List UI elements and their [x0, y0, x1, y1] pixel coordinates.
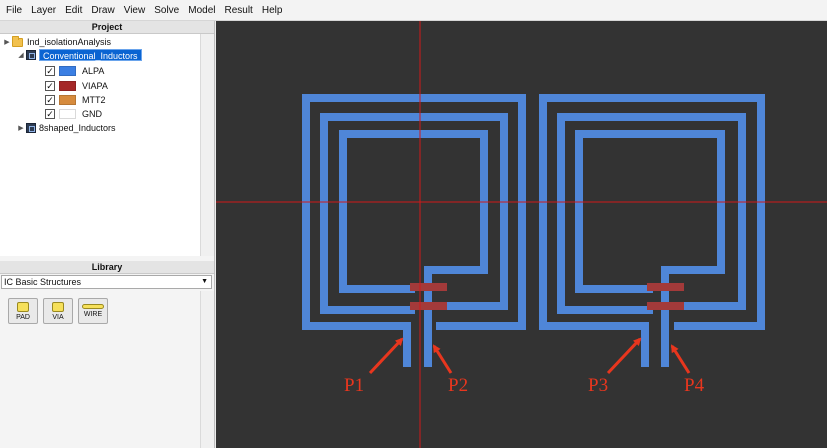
layer-color-swatch	[59, 95, 76, 105]
tree-node-conventional[interactable]: ◢ Conventional_Inductors	[16, 48, 142, 62]
layer-checkbox[interactable]: ✓	[45, 66, 55, 76]
pad-button-label: PAD	[16, 313, 30, 321]
inductor-icon	[26, 50, 36, 60]
layer-row-gnd[interactable]: ✓ GND	[45, 107, 102, 121]
menu-solve[interactable]: Solve	[154, 5, 179, 16]
port-label-p2: P2	[448, 375, 469, 396]
layout-drawing	[216, 21, 827, 448]
port-arrow-p4	[670, 344, 691, 374]
tree-node-conventional-label: Conventional_Inductors	[39, 49, 142, 61]
library-dropdown[interactable]: IC Basic Structures ▼	[1, 275, 212, 289]
inductor-right-traces	[539, 94, 765, 367]
layout-canvas[interactable]: P1 P2 P3 P4	[216, 21, 827, 448]
pad-button[interactable]: PAD	[8, 298, 38, 324]
via-marker	[410, 302, 447, 310]
menu-file[interactable]: File	[6, 5, 22, 16]
via-marker	[647, 283, 684, 291]
menu-edit[interactable]: Edit	[65, 5, 82, 16]
wire-button-label: WIRE	[83, 311, 103, 318]
tree-node-root[interactable]: ▶ Ind_isolationAnalysis	[2, 35, 111, 49]
library-dropdown-value: IC Basic Structures	[4, 277, 82, 287]
layer-name: MTT2	[82, 95, 106, 105]
layer-row-alpa[interactable]: ✓ ALPA	[45, 64, 104, 78]
menu-help[interactable]: Help	[262, 5, 283, 16]
layer-row-viapa[interactable]: ✓ VIAPA	[45, 79, 108, 93]
library-buttons: PAD VIA WIRE	[8, 298, 108, 324]
expand-arrow-icon[interactable]: ▶	[16, 124, 26, 132]
port-label-p3: P3	[588, 375, 609, 396]
project-panel-title: Project	[0, 21, 214, 34]
spiral-trace-middle	[320, 113, 508, 314]
via-button[interactable]: VIA	[43, 298, 73, 324]
project-tree: ▶ Ind_isolationAnalysis ◢ Conventional_I…	[0, 34, 214, 256]
left-panel: Project ▶ Ind_isolationAnalysis ◢ Conven…	[0, 21, 215, 448]
menu-bar: File Layer Edit Draw View Solve Model Re…	[0, 0, 827, 21]
tree-node-root-label: Ind_isolationAnalysis	[27, 37, 112, 47]
menu-view[interactable]: View	[124, 5, 146, 16]
via-icon	[52, 301, 64, 312]
dropdown-caret-icon: ▼	[201, 278, 208, 285]
library-scrollbar[interactable]	[200, 291, 214, 448]
layer-color-swatch	[59, 66, 76, 76]
layer-name: ALPA	[82, 66, 105, 76]
layer-name: VIAPA	[82, 81, 108, 91]
wire-button[interactable]: WIRE	[78, 298, 108, 324]
library-panel-title: Library	[0, 261, 214, 274]
project-scrollbar[interactable]	[200, 34, 214, 256]
port-label-p1: P1	[344, 375, 365, 396]
via-marker	[410, 283, 447, 291]
via-button-label: VIA	[52, 313, 64, 321]
port-arrow-p1	[368, 337, 404, 375]
menu-model[interactable]: Model	[188, 5, 215, 16]
via-marker	[647, 302, 684, 310]
spiral-trace-middle	[557, 113, 746, 314]
folder-icon	[12, 35, 23, 47]
menu-result[interactable]: Result	[224, 5, 252, 16]
wire-icon	[82, 304, 104, 309]
port-label-p4: P4	[684, 375, 705, 396]
collapse-arrow-icon[interactable]: ◢	[16, 51, 26, 59]
layer-checkbox[interactable]: ✓	[45, 81, 55, 91]
menu-layer[interactable]: Layer	[31, 5, 56, 16]
port-arrow-p2	[432, 344, 453, 374]
app-window: File Layer Edit Draw View Solve Model Re…	[0, 0, 827, 448]
pad-icon	[17, 301, 29, 312]
tree-node-8shaped-label: 8shaped_Inductors	[39, 123, 116, 133]
layer-name: GND	[82, 109, 102, 119]
inductor-left-traces	[302, 94, 526, 367]
expand-arrow-icon[interactable]: ▶	[2, 38, 12, 46]
layer-color-swatch	[59, 109, 76, 119]
inductor-icon	[26, 123, 36, 133]
layer-checkbox[interactable]: ✓	[45, 109, 55, 119]
layer-checkbox[interactable]: ✓	[45, 95, 55, 105]
port-arrow-p3	[606, 337, 642, 375]
layer-row-mtt2[interactable]: ✓ MTT2	[45, 93, 106, 107]
tree-node-8shaped[interactable]: ▶ 8shaped_Inductors	[16, 121, 116, 135]
menu-draw[interactable]: Draw	[91, 5, 114, 16]
layer-color-swatch	[59, 81, 76, 91]
